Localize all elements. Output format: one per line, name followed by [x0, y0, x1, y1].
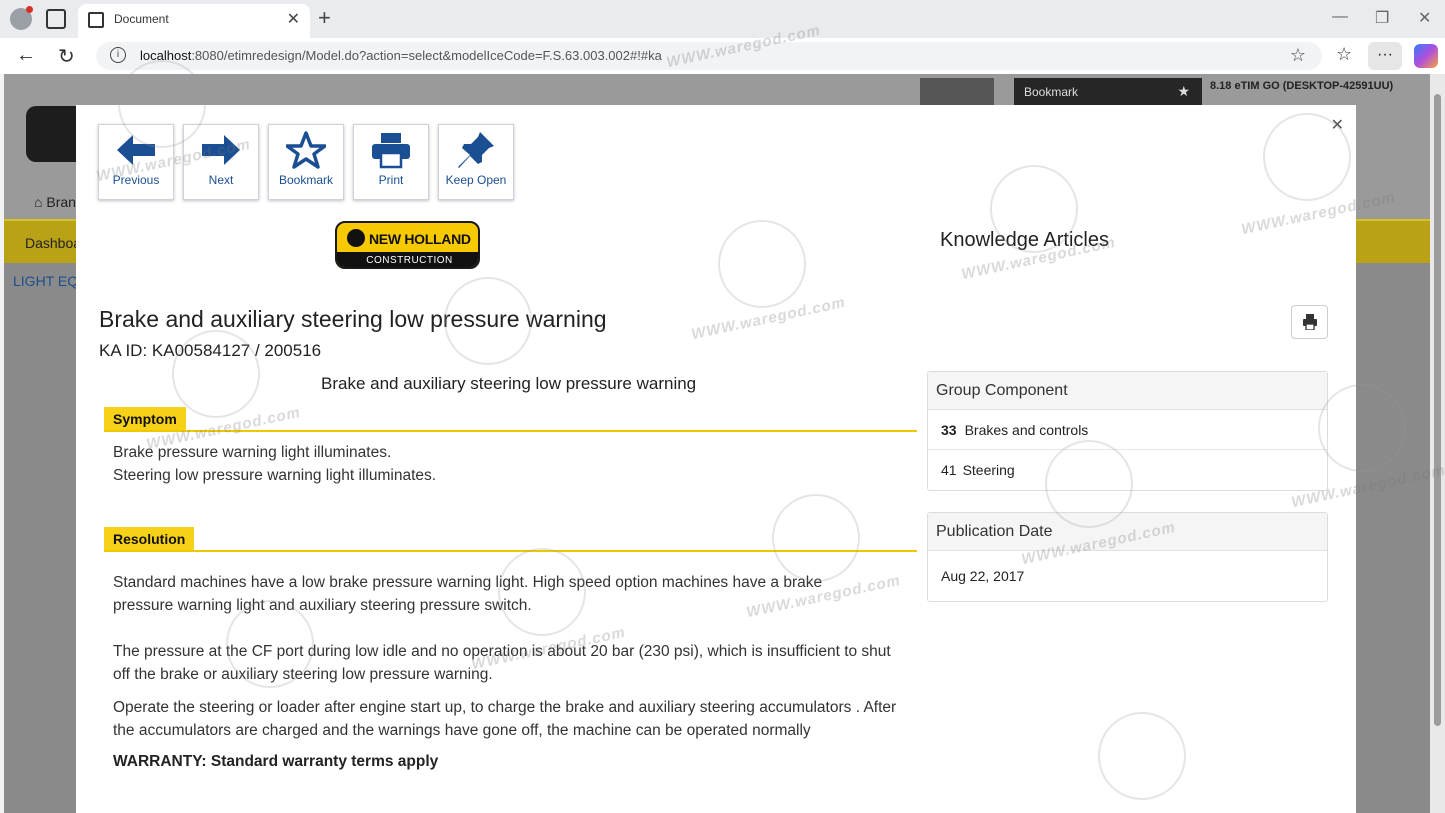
modal-toolbar: Previous Next Bookmark Print Keep Open — [98, 124, 514, 200]
leaf-icon — [347, 229, 365, 247]
arrow-left-icon — [106, 125, 166, 175]
back-icon[interactable]: ← — [16, 44, 36, 67]
keep-open-button[interactable]: Keep Open — [438, 124, 514, 200]
next-button[interactable]: Next — [183, 124, 259, 200]
group-component-item[interactable]: 33 Brakes and controls — [928, 410, 1327, 450]
warranty-text: WARRANTY: Standard warranty terms apply — [113, 753, 439, 770]
printer-icon — [1303, 314, 1317, 330]
knowledge-article-modal: ✕ Previous Next Bookmark Print Keep Open… — [76, 105, 1356, 813]
reload-icon[interactable]: ↻ — [58, 44, 75, 69]
publication-date-header: Publication Date — [928, 513, 1327, 551]
resolution-divider — [104, 550, 917, 552]
resolution-paragraph-3: Operate the steering or loader after eng… — [113, 699, 897, 739]
light-equipment-link[interactable]: LIGHT EQ — [13, 273, 78, 289]
publication-date-value: Aug 22, 2017 — [941, 568, 1025, 584]
page-favicon-icon — [88, 12, 104, 28]
group-component-panel: Group Component 33 Brakes and controls 41… — [927, 371, 1328, 491]
symptom-text: Brake pressure warning light illuminates… — [113, 444, 437, 484]
symptom-divider — [104, 430, 917, 432]
tab-actions-icon[interactable] — [46, 9, 66, 29]
tab-title: Document — [114, 12, 169, 26]
previous-button[interactable]: Previous — [98, 124, 174, 200]
brand-nav[interactable]: ⌂ Bran — [34, 194, 76, 210]
symptom-label: Symptom — [104, 407, 186, 431]
close-tab-icon[interactable]: ✕ — [287, 9, 300, 29]
bookmark-star-icon[interactable]: ★ — [1177, 83, 1190, 100]
bookmark-bar[interactable]: Bookmark ★ — [1014, 78, 1202, 106]
user-info: 8.18 eTIM GO (DESKTOP-42591UU) — [1210, 80, 1394, 92]
publication-date-panel: Publication Date Aug 22, 2017 — [927, 512, 1328, 602]
star-icon — [276, 125, 336, 175]
arrow-right-icon — [191, 125, 251, 175]
close-window-icon[interactable]: ✕ — [1418, 8, 1431, 28]
pushpin-icon — [446, 125, 506, 175]
header-thumbnail — [920, 78, 994, 106]
resolution-label: Resolution — [104, 527, 195, 551]
url-field[interactable]: i localhost:8080/etimredesign/Model.do?a… — [96, 42, 1322, 70]
printer-icon — [361, 125, 421, 175]
favorites-icon[interactable]: ☆ — [1336, 44, 1352, 65]
new-holland-logo: NEW HOLLAND CONSTRUCTION — [335, 221, 480, 269]
address-bar-row: ← ↻ i localhost:8080/etimredesign/Model.… — [0, 38, 1445, 74]
group-component-item[interactable]: 41 Steering — [928, 450, 1327, 490]
modal-close-icon[interactable]: ✕ — [1331, 115, 1344, 135]
minimize-icon[interactable]: — — [1332, 8, 1348, 26]
page-scrollbar[interactable] — [1430, 74, 1445, 813]
url-text: localhost:8080/etimredesign/Model.do?act… — [140, 48, 662, 63]
favorite-star-icon[interactable]: ☆ — [1290, 45, 1306, 66]
group-component-header: Group Component — [928, 372, 1327, 410]
notification-dot-icon — [26, 6, 33, 13]
print-button[interactable]: Print — [353, 124, 429, 200]
maximize-icon[interactable]: ❐ — [1375, 8, 1389, 28]
site-info-icon[interactable]: i — [110, 47, 126, 63]
resolution-paragraph-1: Standard machines have a low brake press… — [113, 574, 823, 614]
browser-tab-bar: Document ✕ + — ❐ ✕ — [0, 0, 1445, 38]
more-menu-icon[interactable]: ··· — [1368, 42, 1402, 70]
article-title: Brake and auxiliary steering low pressur… — [99, 306, 607, 332]
knowledge-articles-heading: Knowledge Articles — [940, 229, 1109, 251]
print-article-button[interactable] — [1291, 305, 1328, 339]
dashboard-tab[interactable]: Dashboa — [25, 235, 81, 251]
article-id: KA ID: KA00584127 / 200516 — [99, 341, 322, 360]
browser-tab[interactable]: Document ✕ — [78, 4, 310, 38]
article-subtitle: Brake and auxiliary steering low pressur… — [321, 374, 697, 393]
copilot-icon[interactable] — [1414, 44, 1438, 68]
resolution-paragraph-2: The pressure at the CF port during low i… — [113, 643, 891, 683]
scrollbar-thumb[interactable] — [1434, 94, 1441, 726]
bookmark-button[interactable]: Bookmark — [268, 124, 344, 200]
new-tab-icon[interactable]: + — [318, 5, 331, 31]
